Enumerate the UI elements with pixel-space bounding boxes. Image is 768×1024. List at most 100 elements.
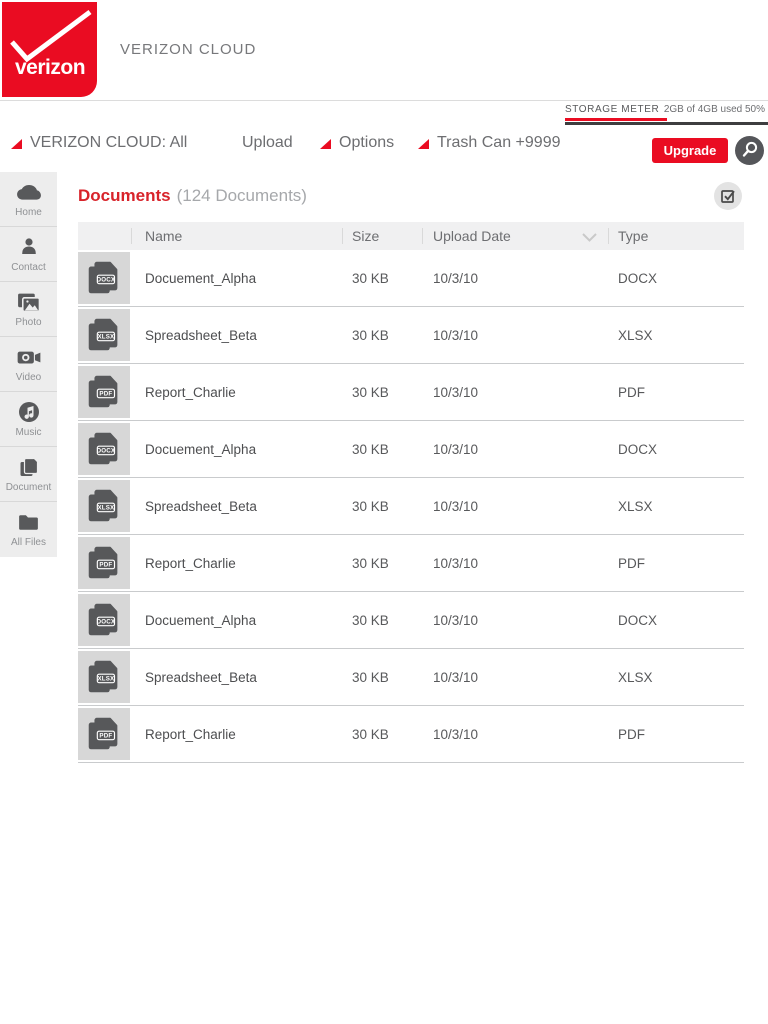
file-type-icon: PDF (78, 708, 130, 760)
folder-icon (16, 509, 41, 535)
sidebar-item-home[interactable]: Home (0, 172, 57, 227)
file-size: 30 KB (352, 478, 389, 535)
options-menu-label: Options (339, 134, 394, 152)
file-type: XLSX (618, 649, 653, 706)
storage-meter-label: STORAGE METER (565, 104, 659, 115)
sidebar-item-music[interactable]: Music (0, 392, 57, 447)
sidebar-item-label: Music (15, 427, 41, 438)
file-name: Docuement_Alpha (145, 592, 256, 649)
person-icon (17, 234, 41, 260)
table-row[interactable]: DOCX Docuement_Alpha 30 KB 10/3/10 DOCX (78, 421, 744, 478)
location-menu[interactable]: VERIZON CLOUD: All (11, 128, 187, 158)
table-row[interactable]: XLSX Spreadsheet_Beta 30 KB 10/3/10 XLSX (78, 478, 744, 535)
sidebar-item-document[interactable]: Document (0, 447, 57, 502)
documents-table: Name Size Upload Date Type DOCX Docuemen… (78, 222, 744, 763)
file-date: 10/3/10 (433, 364, 478, 421)
sidebar-item-label: Photo (15, 317, 41, 328)
table-row[interactable]: XLSX Spreadsheet_Beta 30 KB 10/3/10 XLSX (78, 649, 744, 706)
table-row[interactable]: PDF Report_Charlie 30 KB 10/3/10 PDF (78, 364, 744, 421)
file-type: DOCX (618, 250, 657, 307)
file-date: 10/3/10 (433, 307, 478, 364)
search-button[interactable] (735, 136, 764, 165)
documents-count: (124 Documents) (177, 186, 307, 205)
file-badge-label: PDF (99, 733, 112, 740)
sidebar-item-all-files[interactable]: All Files (0, 502, 57, 557)
file-type-icon: PDF (78, 537, 130, 589)
column-header-type[interactable]: Type (618, 222, 648, 250)
search-icon (735, 136, 764, 165)
file-name: Report_Charlie (145, 364, 236, 421)
file-badge-label: XLSX (97, 505, 115, 512)
file-name: Spreadsheet_Beta (145, 307, 257, 364)
file-name: Spreadsheet_Beta (145, 649, 257, 706)
sidebar-item-label: Video (16, 372, 41, 383)
file-type-icon: DOCX (78, 252, 130, 304)
file-date: 10/3/10 (433, 649, 478, 706)
table-row[interactable]: DOCX Docuement_Alpha 30 KB 10/3/10 DOCX (78, 592, 744, 649)
red-triangle-icon (418, 139, 429, 149)
trash-can-label: Trash Can +9999 (437, 134, 560, 152)
file-size: 30 KB (352, 250, 389, 307)
table-body: DOCX Docuement_Alpha 30 KB 10/3/10 DOCX … (78, 250, 744, 763)
file-name: Spreadsheet_Beta (145, 478, 257, 535)
cloud-icon (16, 179, 42, 205)
table-row[interactable]: XLSX Spreadsheet_Beta 30 KB 10/3/10 XLSX (78, 307, 744, 364)
file-date: 10/3/10 (433, 706, 478, 763)
column-separator (342, 228, 343, 244)
page-title-text: Documents (78, 186, 171, 205)
file-badge-label: DOCX (97, 277, 116, 284)
file-type: DOCX (618, 592, 657, 649)
file-date: 10/3/10 (433, 478, 478, 535)
video-camera-icon (16, 344, 42, 370)
file-name: Report_Charlie (145, 535, 236, 592)
file-date: 10/3/10 (433, 421, 478, 478)
file-size: 30 KB (352, 706, 389, 763)
upload-button[interactable]: Upload (242, 128, 293, 158)
column-separator (131, 228, 132, 244)
file-type-icon: XLSX (78, 480, 130, 532)
file-size: 30 KB (352, 592, 389, 649)
column-separator (422, 228, 423, 244)
file-date: 10/3/10 (433, 535, 478, 592)
location-menu-label: VERIZON CLOUD: All (30, 134, 187, 152)
page-title: Documents (124 Documents) (78, 186, 307, 206)
select-all-button[interactable] (714, 182, 742, 210)
table-row[interactable]: PDF Report_Charlie 30 KB 10/3/10 PDF (78, 706, 744, 763)
column-separator (608, 228, 609, 244)
sidebar-item-video[interactable]: Video (0, 337, 57, 392)
file-type-icon: DOCX (78, 423, 130, 475)
file-badge-label: XLSX (97, 676, 115, 683)
sidebar-item-label: Contact (11, 262, 45, 273)
logo-wordmark: verizon (15, 56, 85, 80)
table-row[interactable]: PDF Report_Charlie 30 KB 10/3/10 PDF (78, 535, 744, 592)
file-type: XLSX (618, 307, 653, 364)
file-badge-label: DOCX (97, 448, 116, 455)
sidebar: Home Contact Photo Video (0, 172, 57, 557)
file-size: 30 KB (352, 364, 389, 421)
upload-label: Upload (242, 134, 293, 152)
options-menu[interactable]: Options (320, 128, 394, 158)
column-header-size[interactable]: Size (352, 222, 379, 250)
column-header-upload-date[interactable]: Upload Date (433, 222, 511, 250)
file-type: DOCX (618, 421, 657, 478)
app-title: VERIZON CLOUD (120, 41, 256, 58)
storage-bar-used (565, 118, 667, 121)
storage-usage-text: 2GB of 4GB used 50% (664, 104, 765, 115)
sidebar-item-contact[interactable]: Contact (0, 227, 57, 282)
file-size: 30 KB (352, 649, 389, 706)
chevron-down-icon[interactable] (581, 230, 598, 248)
column-header-name[interactable]: Name (145, 222, 182, 250)
music-note-icon (17, 399, 41, 425)
file-type: PDF (618, 535, 645, 592)
file-type: XLSX (618, 478, 653, 535)
table-row[interactable]: DOCX Docuement_Alpha 30 KB 10/3/10 DOCX (78, 250, 744, 307)
upgrade-button[interactable]: Upgrade (652, 138, 728, 163)
trash-can-menu[interactable]: Trash Can +9999 (418, 128, 560, 158)
sidebar-item-photo[interactable]: Photo (0, 282, 57, 337)
documents-panel: Documents (124 Documents) Name Size Uploa… (60, 172, 768, 763)
app-header: verizon VERIZON CLOUD (0, 0, 768, 101)
file-size: 30 KB (352, 535, 389, 592)
storage-bar-total (565, 122, 768, 125)
verizon-logo[interactable]: verizon (2, 2, 97, 97)
verizon-checkmark-icon (2, 2, 97, 62)
